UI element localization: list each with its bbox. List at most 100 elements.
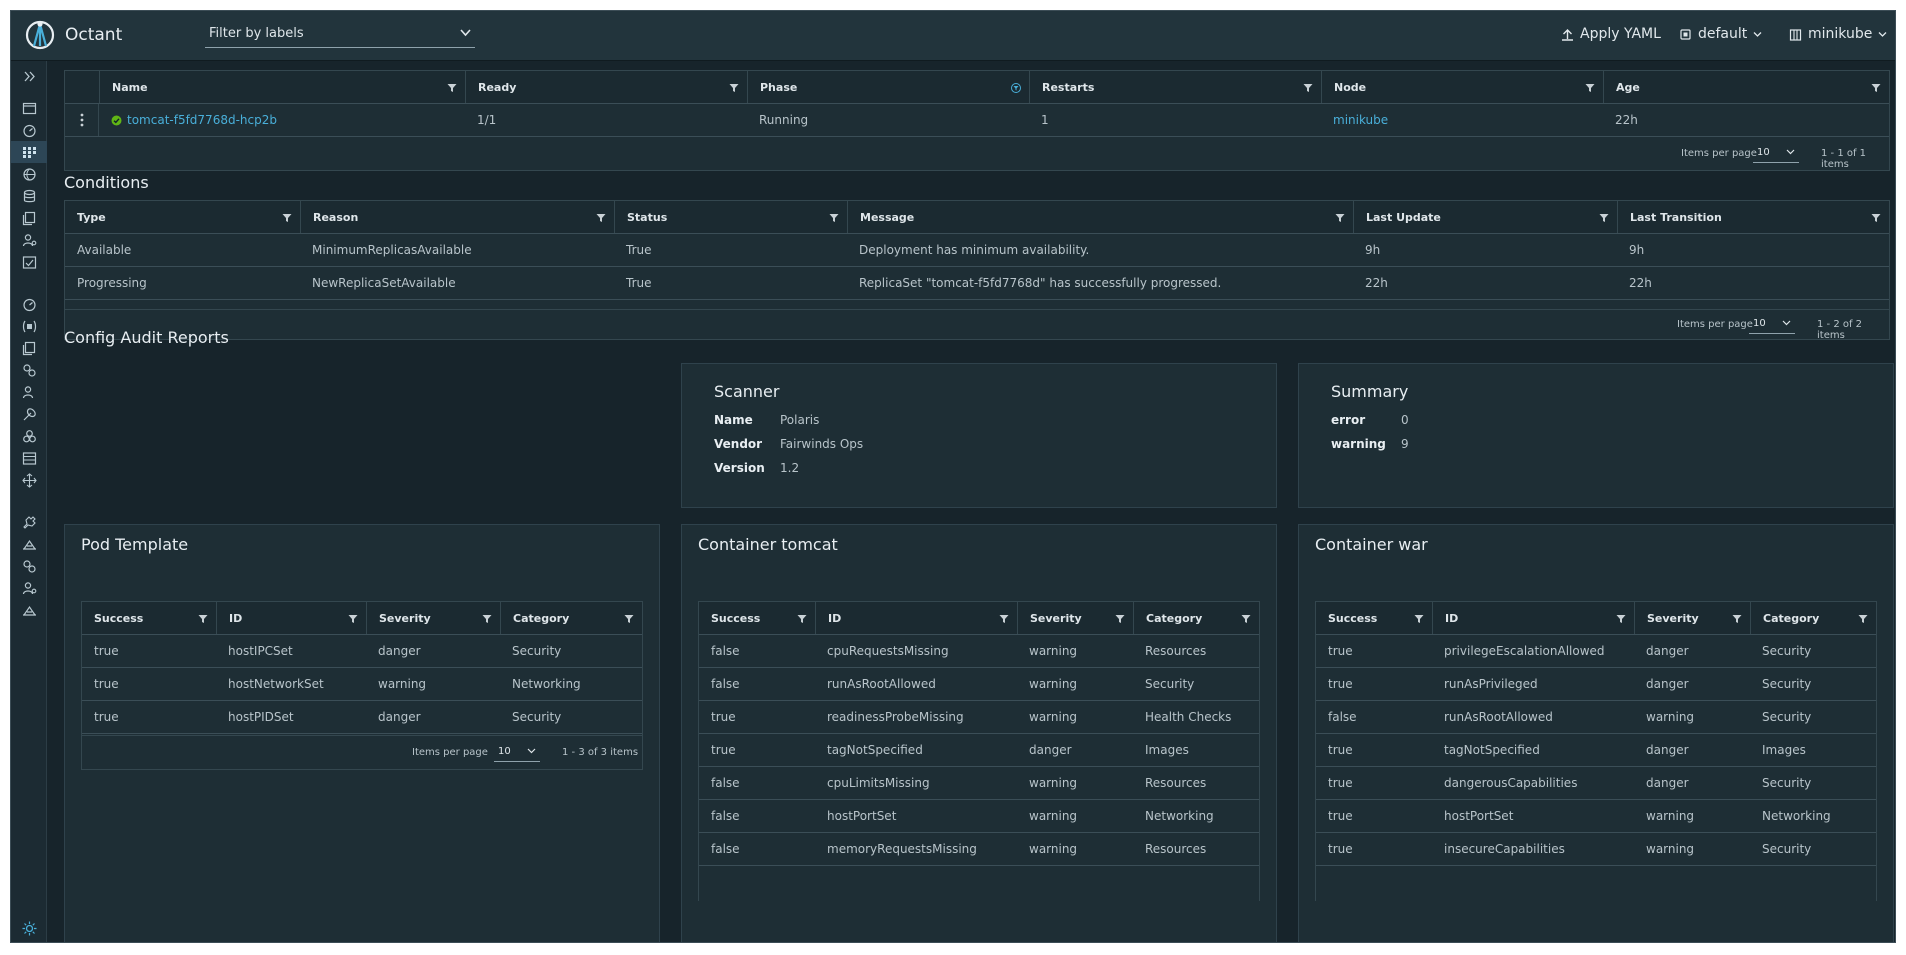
label-filter-select[interactable]: Filter by labels: [205, 24, 475, 48]
filter-icon[interactable]: [1335, 213, 1345, 223]
page-size-select[interactable]: 10: [494, 743, 540, 762]
column-header-success[interactable]: Success: [699, 602, 815, 634]
discovery-icon[interactable]: [17, 163, 41, 185]
table-row: true readinessProbeMissing warning Health C…: [699, 701, 1259, 734]
apply-yaml-button[interactable]: Apply YAML: [1561, 26, 1661, 42]
filter-icon[interactable]: [624, 614, 634, 624]
column-header-last-update[interactable]: Last Update: [1353, 201, 1617, 233]
filter-icon[interactable]: [447, 83, 457, 93]
terminal-icon[interactable]: [17, 577, 41, 599]
filter-icon[interactable]: [999, 614, 1009, 624]
custom-definitions-icon[interactable]: [17, 337, 41, 359]
summary-card: Summary error 0 warning 9: [1298, 363, 1894, 508]
theme-icon[interactable]: [17, 917, 41, 939]
severity-cell: danger: [1646, 776, 1689, 790]
message-cell: Deployment has minimum availability.: [859, 243, 1090, 257]
helm-charts-icon[interactable]: [17, 599, 41, 621]
filter-icon[interactable]: [1858, 614, 1868, 624]
nodes-icon[interactable]: [17, 447, 41, 469]
filter-icon[interactable]: [829, 213, 839, 223]
column-header-reason[interactable]: Reason: [300, 201, 614, 233]
rbac-icon[interactable]: [17, 229, 41, 251]
column-header-last-transition[interactable]: Last Transition: [1617, 201, 1889, 233]
overview-icon[interactable]: [17, 119, 41, 141]
page-size-select[interactable]: 10: [1753, 144, 1799, 163]
storage-icon[interactable]: [17, 403, 41, 425]
scanner-vendor-label: Vendor: [714, 437, 763, 451]
port-forwards-icon[interactable]: [17, 359, 41, 381]
column-header-age[interactable]: Age: [1603, 71, 1889, 103]
custom-resources-icon[interactable]: [17, 207, 41, 229]
filter-icon[interactable]: [1732, 614, 1742, 624]
filter-icon[interactable]: [1585, 83, 1595, 93]
workloads-icon[interactable]: [11, 141, 47, 163]
filter-icon[interactable]: [1303, 83, 1313, 93]
filter-active-icon[interactable]: [1011, 83, 1021, 93]
node-link[interactable]: minikube: [1333, 113, 1388, 127]
column-header-status[interactable]: Status: [614, 201, 847, 233]
column-header-id[interactable]: ID: [216, 602, 366, 634]
column-header-success[interactable]: Success: [1316, 602, 1432, 634]
filter-icon[interactable]: [797, 614, 807, 624]
column-header-severity[interactable]: Severity: [1017, 602, 1133, 634]
filter-icon[interactable]: [1115, 614, 1125, 624]
column-label: Severity: [379, 611, 431, 625]
expand-icon[interactable]: [17, 65, 41, 87]
column-header-severity[interactable]: Severity: [1634, 602, 1750, 634]
config-storage-icon[interactable]: [17, 185, 41, 207]
column-header-id[interactable]: ID: [1432, 602, 1634, 634]
apply-yaml-label: Apply YAML: [1580, 26, 1661, 42]
pagination-count: 1 - 1 of 1 items: [1821, 148, 1867, 170]
namespace-select[interactable]: default: [1679, 26, 1762, 42]
column-header-success[interactable]: Success: [82, 602, 216, 634]
filter-icon[interactable]: [1241, 614, 1251, 624]
filter-icon[interactable]: [596, 213, 606, 223]
column-header-type[interactable]: Type: [65, 201, 300, 233]
filter-icon[interactable]: [1599, 213, 1609, 223]
api-icon[interactable]: [17, 425, 41, 447]
cluster-rbac-icon[interactable]: [17, 555, 41, 577]
success-cell: true: [94, 710, 119, 724]
events-icon[interactable]: [17, 251, 41, 273]
row-actions-icon[interactable]: [65, 104, 99, 136]
id-cell: insecureCapabilities: [1444, 842, 1565, 856]
column-header-name[interactable]: Name: [99, 71, 465, 103]
column-header-restarts[interactable]: Restarts: [1029, 71, 1321, 103]
context-select[interactable]: minikube: [1789, 26, 1887, 42]
column-label: Category: [1763, 611, 1820, 625]
column-header-category[interactable]: Category: [1133, 602, 1259, 634]
filter-icon[interactable]: [1871, 83, 1881, 93]
namespaces-icon[interactable]: [17, 315, 41, 337]
table-row: true hostIPCSet danger Security: [82, 635, 642, 668]
summary-error-value: 0: [1401, 413, 1409, 427]
column-header-node[interactable]: Node: [1321, 71, 1603, 103]
filter-icon[interactable]: [1616, 614, 1626, 624]
filter-icon[interactable]: [198, 614, 208, 624]
tools-icon[interactable]: [17, 511, 41, 533]
cluster-overview-icon[interactable]: [17, 293, 41, 315]
column-header-id[interactable]: ID: [815, 602, 1017, 634]
column-header-category[interactable]: Category: [1750, 602, 1876, 634]
column-label: Message: [860, 210, 915, 224]
page-size-select[interactable]: 10: [1749, 315, 1795, 334]
helm-icon[interactable]: [17, 533, 41, 555]
pod-link[interactable]: tomcat-f5fd7768d-hcp2b: [127, 113, 277, 127]
rbac-cluster-icon[interactable]: [17, 381, 41, 403]
filter-icon[interactable]: [729, 83, 739, 93]
octant-logo-icon[interactable]: [25, 18, 55, 52]
filter-icon[interactable]: [282, 213, 292, 223]
filter-icon[interactable]: [348, 614, 358, 624]
column-header-severity[interactable]: Severity: [366, 602, 500, 634]
app-title[interactable]: Octant: [65, 25, 122, 45]
filter-icon[interactable]: [482, 614, 492, 624]
column-header-phase[interactable]: Phase: [747, 71, 1029, 103]
plugins-icon[interactable]: [17, 469, 41, 491]
column-header-ready[interactable]: Ready: [465, 71, 747, 103]
column-header-message[interactable]: Message: [847, 201, 1353, 233]
filter-icon[interactable]: [1871, 213, 1881, 223]
success-cell: true: [94, 677, 119, 691]
applications-icon[interactable]: [17, 97, 41, 119]
column-header-category[interactable]: Category: [500, 602, 642, 634]
filter-icon[interactable]: [1414, 614, 1424, 624]
category-cell: Networking: [1145, 809, 1214, 823]
